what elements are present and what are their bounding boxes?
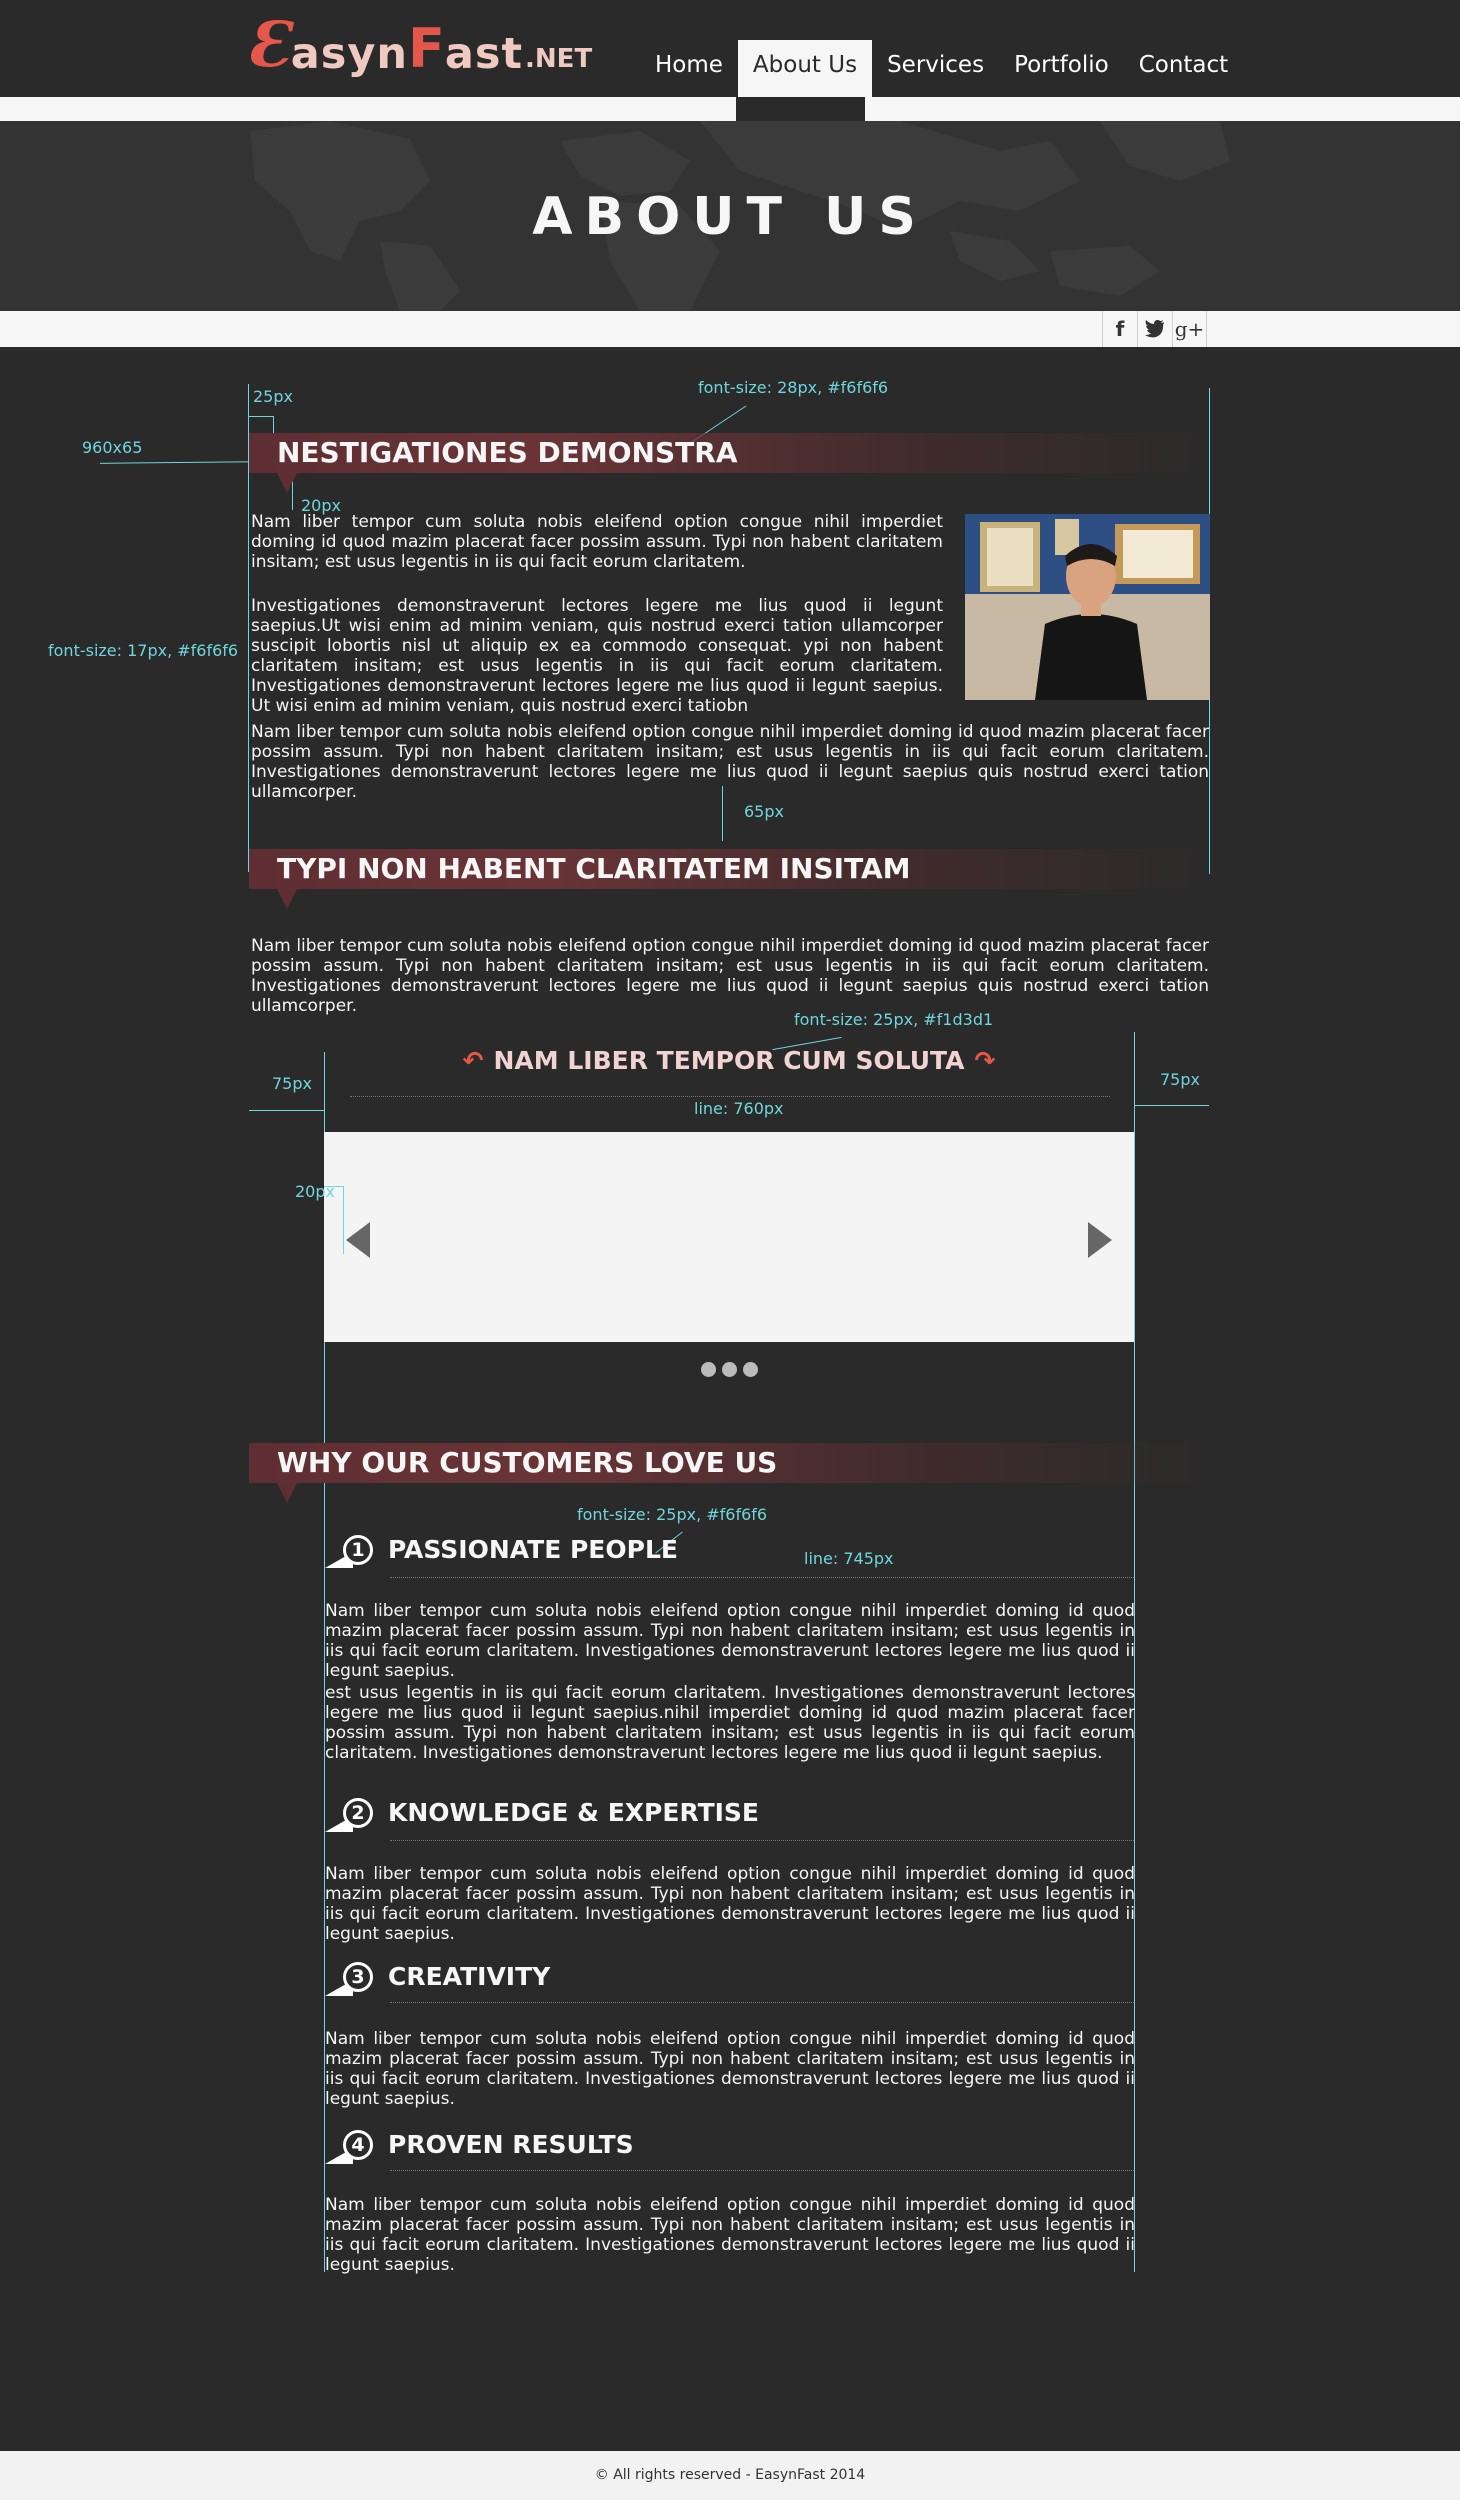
- ribbon-tail: [277, 1483, 297, 1503]
- left-swirl-icon: ↶: [462, 1046, 484, 1075]
- guide-20px-slider: [343, 1186, 344, 1254]
- site-logo[interactable]: Ɛ asyn F ast .NET: [246, 14, 592, 76]
- annotation-75px-right: 75px: [1160, 1070, 1200, 1089]
- guide-65px: [722, 786, 723, 841]
- feature-4-paragraph-1: Nam liber tempor cum soluta nobis eleife…: [325, 2195, 1135, 2275]
- annotation-font-size-25-features: font-size: 25px, #f6f6f6: [577, 1505, 768, 1524]
- section1-paragraph-2: Investigationes demonstraverunt lectores…: [251, 596, 943, 716]
- slider-title: NAM LIBER TEMPOR CUM SOLUTA: [493, 1046, 965, 1075]
- annotation-font-size-17: font-size: 17px, #f6f6f6: [48, 641, 239, 660]
- logo-f: F: [407, 17, 445, 80]
- logo-ast: ast: [444, 29, 524, 79]
- annotation-25px: 25px: [253, 387, 293, 406]
- section-heading-1: NESTIGATIONES DEMONSTRA: [249, 433, 1209, 493]
- nav-services[interactable]: Services: [872, 40, 999, 97]
- feature-divider-3: [390, 2002, 1134, 2003]
- section-heading-3-text: WHY OUR CUSTOMERS LOVE US: [277, 1446, 778, 1479]
- annotation-65px: 65px: [744, 802, 784, 821]
- feature-divider-2: [390, 1840, 1134, 1841]
- slider-prev-arrow-icon[interactable]: [346, 1222, 370, 1258]
- feature-title-3: CREATIVITY: [388, 1962, 551, 1991]
- main-nav: Home About Us Services Portfolio Contact: [640, 40, 1243, 97]
- image-slider[interactable]: [324, 1132, 1134, 1342]
- section-heading-3: WHY OUR CUSTOMERS LOVE US: [249, 1443, 1209, 1503]
- feature-divider-4: [390, 2170, 1134, 2171]
- slider-title-row: ↶ NAM LIBER TEMPOR CUM SOLUTA ↷: [324, 1046, 1134, 1075]
- feature-title-4: PROVEN RESULTS: [388, 2130, 634, 2159]
- section-heading-1-text: NESTIGATIONES DEMONSTRA: [277, 436, 738, 469]
- nav-underbar: [0, 97, 1460, 121]
- twitter-bird-glyph: [1145, 320, 1164, 338]
- annotation-font-size-25-slider: font-size: 25px, #f1d3d1: [794, 1010, 994, 1029]
- section-heading-2: TYPI NON HABENT CLARITATEM INSITAM: [249, 849, 1209, 909]
- feature-1-paragraph-1: Nam liber tempor cum soluta nobis eleife…: [325, 1601, 1135, 1681]
- slider-dot-2[interactable]: [722, 1362, 737, 1377]
- annotation-75px-left: 75px: [272, 1074, 312, 1093]
- feature-number-2: 2: [343, 1798, 373, 1828]
- team-member-photo: [965, 514, 1210, 700]
- guide-75px-right: [1134, 1105, 1209, 1106]
- ribbon-tail: [277, 473, 297, 493]
- feature-number-1: 1: [343, 1535, 373, 1565]
- nav-active-extension: [736, 97, 865, 121]
- page-banner: ABOUT US: [0, 121, 1460, 311]
- feature-number-4: 4: [343, 2130, 373, 2160]
- section1-paragraph-1: Nam liber tempor cum soluta nobis eleife…: [251, 512, 943, 572]
- feature-1-paragraph-2: est usus legentis in iis qui facit eorum…: [325, 1683, 1135, 1763]
- section2-paragraph-1: Nam liber tempor cum soluta nobis eleife…: [251, 936, 1209, 1016]
- feature-title-1: PASSIONATE PEOPLE: [388, 1535, 678, 1564]
- annotation-line-760: line: 760px: [694, 1099, 784, 1118]
- guide-75px-left: [249, 1110, 324, 1111]
- guide-25px-tick: [249, 416, 273, 417]
- google-plus-icon[interactable]: g+: [1172, 311, 1207, 347]
- nav-contact[interactable]: Contact: [1124, 40, 1243, 97]
- section-heading-2-text: TYPI NON HABENT CLARITATEM INSITAM: [277, 852, 911, 885]
- slider-title-line: [350, 1096, 1110, 1097]
- slider-next-arrow-icon[interactable]: [1088, 1222, 1112, 1258]
- feature-divider-1: [390, 1577, 1134, 1578]
- section1-paragraph-3: Nam liber tempor cum soluta nobis eleife…: [251, 722, 1209, 802]
- logo-net: .NET: [525, 44, 593, 74]
- page-title: ABOUT US: [532, 187, 928, 247]
- annotation-pointer-960: [99, 461, 261, 464]
- site-footer: © All rights reserved - EasynFast 2014: [0, 2451, 1460, 2500]
- right-swirl-icon: ↷: [974, 1046, 996, 1075]
- annotation-line-745: line: 745px: [804, 1549, 894, 1568]
- slider-dot-1[interactable]: [701, 1362, 716, 1377]
- annotation-20px-slider: 20px: [295, 1182, 335, 1201]
- annotation-font-size-28: font-size: 28px, #f6f6f6: [698, 378, 889, 397]
- nav-portfolio[interactable]: Portfolio: [999, 40, 1124, 97]
- nav-home[interactable]: Home: [640, 40, 738, 97]
- nav-about-us[interactable]: About Us: [737, 40, 873, 97]
- annotation-960x65: 960x65: [82, 438, 143, 457]
- social-bar: f g+: [0, 311, 1460, 347]
- logo-e: Ɛ: [246, 8, 291, 81]
- twitter-icon[interactable]: [1137, 311, 1172, 347]
- slider-dot-3[interactable]: [743, 1362, 758, 1377]
- feature-2-paragraph-1: Nam liber tempor cum soluta nobis eleife…: [325, 1864, 1135, 1944]
- facebook-icon[interactable]: f: [1102, 311, 1137, 347]
- feature-3-paragraph-1: Nam liber tempor cum soluta nobis eleife…: [325, 2029, 1135, 2109]
- site-header: Ɛ asyn F ast .NET Home About Us Services…: [0, 0, 1460, 97]
- ribbon-tail: [277, 889, 297, 909]
- feature-title-2: KNOWLEDGE & EXPERTISE: [388, 1798, 760, 1827]
- logo-asyn: asyn: [290, 29, 408, 79]
- feature-number-3: 3: [343, 1962, 373, 1992]
